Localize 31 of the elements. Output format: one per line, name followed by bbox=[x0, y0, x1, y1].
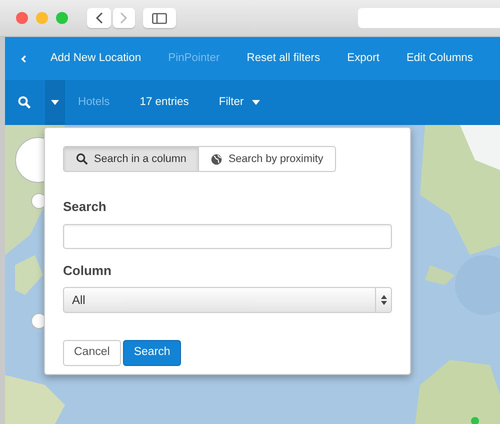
search-mode-tab[interactable]: Search by proximity bbox=[199, 146, 336, 172]
chevron-left-icon bbox=[95, 12, 103, 24]
filter-dropdown[interactable]: Filter bbox=[218, 94, 260, 111]
nav-link[interactable]: Export bbox=[347, 50, 380, 67]
search-icon bbox=[76, 153, 88, 165]
search-icon[interactable] bbox=[18, 96, 31, 109]
field-label: Search bbox=[63, 198, 108, 216]
back-chevron-icon[interactable] bbox=[21, 52, 26, 64]
chevron-right-icon bbox=[120, 12, 128, 24]
select-arrows-icon bbox=[380, 295, 386, 305]
field-label: Column bbox=[63, 262, 112, 280]
search-mode-tab[interactable]: Search in a column bbox=[63, 146, 200, 172]
back-button[interactable] bbox=[87, 8, 111, 28]
search-field[interactable] bbox=[63, 224, 392, 248]
nav-link[interactable]: Reset all filters bbox=[246, 50, 320, 67]
search-menu-toggle[interactable] bbox=[45, 80, 65, 125]
globe-icon bbox=[211, 154, 222, 164]
nav-link[interactable]: Edit Columns bbox=[406, 50, 473, 67]
zoom-icon[interactable] bbox=[56, 12, 68, 24]
nav-link[interactable]: Add New Location bbox=[50, 50, 142, 67]
minimize-icon[interactable] bbox=[36, 12, 48, 24]
sidebar-button[interactable] bbox=[143, 8, 176, 28]
caret-icon bbox=[252, 100, 260, 105]
close-icon[interactable] bbox=[16, 12, 28, 24]
cancel-button[interactable]: Cancel bbox=[63, 340, 121, 366]
address-field[interactable] bbox=[358, 8, 500, 28]
caret-icon bbox=[51, 100, 59, 105]
column-select[interactable]: All bbox=[63, 287, 392, 313]
sidebar-icon bbox=[152, 12, 167, 24]
entry-count: 17 entries bbox=[140, 95, 189, 110]
search-button[interactable]: Search bbox=[122, 340, 182, 366]
